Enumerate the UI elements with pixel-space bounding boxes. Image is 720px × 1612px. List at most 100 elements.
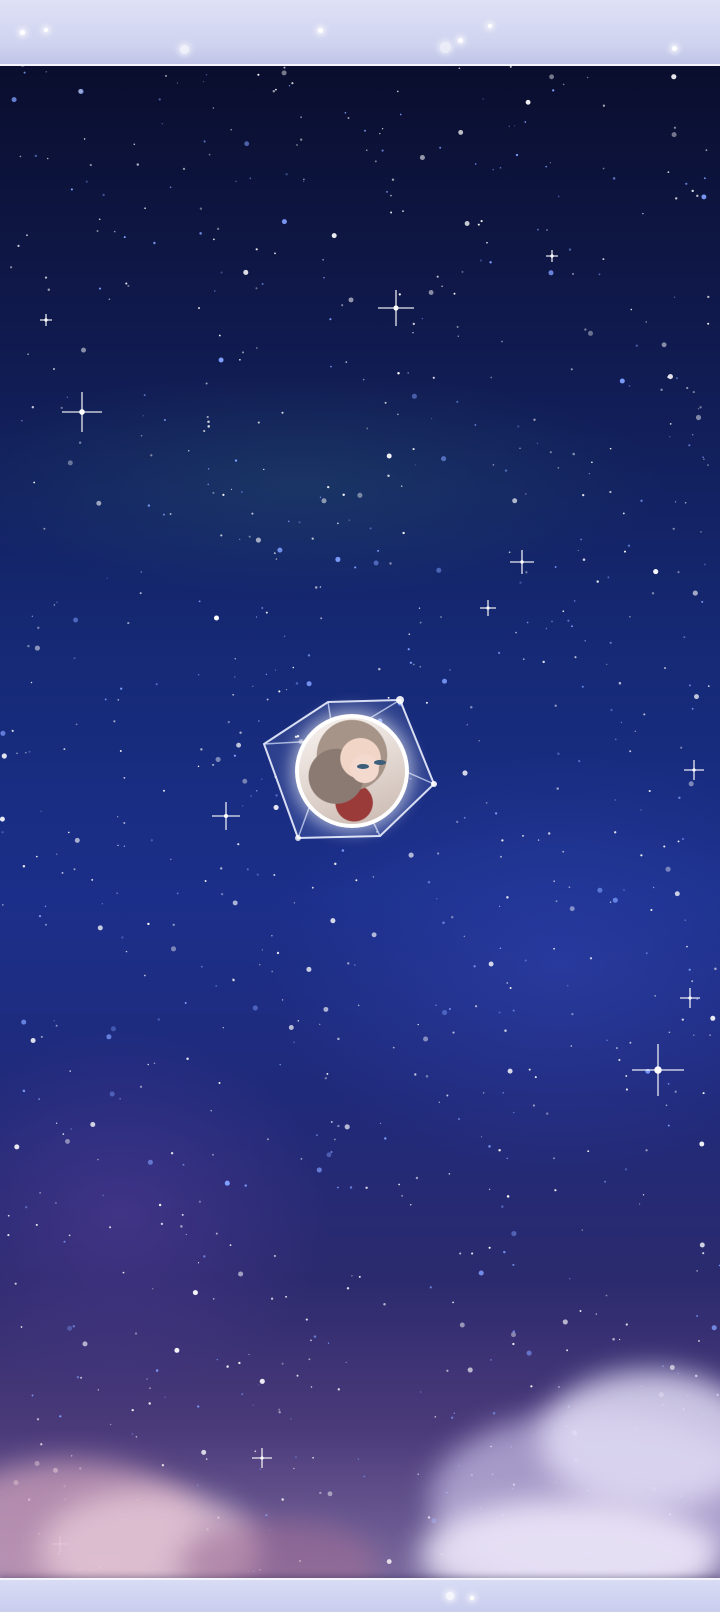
- star: [705, 149, 708, 151]
- star: [453, 292, 456, 295]
- star: [9, 266, 13, 269]
- star: [263, 468, 265, 471]
- star: [120, 687, 123, 690]
- star: [381, 149, 384, 152]
- star: [33, 481, 36, 484]
- star: [519, 581, 522, 584]
- star: [511, 1332, 516, 1338]
- star: [702, 456, 704, 459]
- star: [699, 406, 702, 409]
- star: [673, 126, 677, 129]
- star: [512, 498, 518, 504]
- star: [232, 978, 235, 982]
- star: [486, 241, 488, 244]
- star: [622, 512, 625, 515]
- star: [65, 1138, 70, 1144]
- star: [257, 73, 260, 76]
- star: [427, 880, 431, 884]
- star: [525, 571, 528, 574]
- star: [70, 1127, 73, 1130]
- star: [524, 959, 527, 962]
- star: [674, 891, 680, 897]
- star: [186, 1057, 189, 1061]
- star: [257, 421, 260, 424]
- star: [419, 621, 422, 624]
- star: [499, 855, 503, 858]
- star: [7, 1234, 10, 1237]
- star: [324, 1077, 327, 1080]
- star: [322, 259, 324, 261]
- star: [553, 947, 555, 950]
- star: [568, 886, 571, 889]
- star: [288, 85, 291, 87]
- star: [691, 707, 694, 710]
- star: [703, 458, 705, 461]
- star: [91, 878, 94, 881]
- star: [98, 287, 102, 290]
- star: [701, 600, 704, 603]
- star: [255, 287, 258, 290]
- star: [273, 874, 276, 876]
- star: [205, 73, 208, 76]
- star: [337, 1186, 339, 1189]
- star: [291, 82, 294, 85]
- star: [63, 748, 66, 751]
- star: [587, 1150, 590, 1153]
- star: [556, 787, 559, 790]
- star: [578, 760, 581, 763]
- star: [402, 531, 405, 535]
- star: [700, 531, 702, 533]
- star: [140, 434, 143, 437]
- star: [442, 678, 447, 684]
- star: [170, 946, 177, 952]
- star: [397, 371, 400, 375]
- star: [207, 468, 210, 470]
- star: [667, 1083, 670, 1085]
- star: [542, 660, 545, 664]
- star: [251, 512, 254, 515]
- star: [584, 328, 587, 331]
- star: [604, 1180, 606, 1183]
- star: [537, 839, 540, 841]
- star: [323, 277, 325, 279]
- star: [512, 1263, 515, 1266]
- star: [568, 248, 572, 251]
- star: [507, 1068, 513, 1074]
- star: [372, 876, 375, 878]
- star: [602, 104, 606, 107]
- star: [707, 295, 710, 299]
- star: [198, 600, 201, 603]
- star: [577, 549, 579, 552]
- star: [214, 290, 216, 292]
- star: [255, 616, 258, 618]
- star: [623, 889, 625, 891]
- star: [614, 831, 617, 834]
- twinkle-star-icon: [62, 392, 102, 432]
- star: [229, 1244, 232, 1246]
- star: [685, 182, 688, 185]
- star: [311, 537, 314, 540]
- star: [62, 1133, 65, 1135]
- star: [347, 117, 350, 119]
- star: [357, 492, 363, 498]
- star: [215, 756, 221, 762]
- star: [1, 904, 4, 906]
- star: [355, 879, 358, 882]
- star: [695, 414, 702, 421]
- character-avatar-button[interactable]: [262, 692, 442, 852]
- star: [300, 138, 303, 141]
- star: [73, 868, 76, 871]
- star: [293, 1041, 295, 1043]
- star: [572, 272, 574, 275]
- star: [21, 1019, 27, 1025]
- star: [684, 919, 686, 921]
- star: [31, 615, 34, 618]
- star: [415, 1176, 419, 1180]
- star: [306, 681, 312, 687]
- star: [508, 551, 511, 554]
- star: [244, 1184, 247, 1187]
- star: [428, 290, 434, 295]
- star: [522, 658, 525, 661]
- star: [362, 378, 365, 381]
- star: [326, 1152, 332, 1158]
